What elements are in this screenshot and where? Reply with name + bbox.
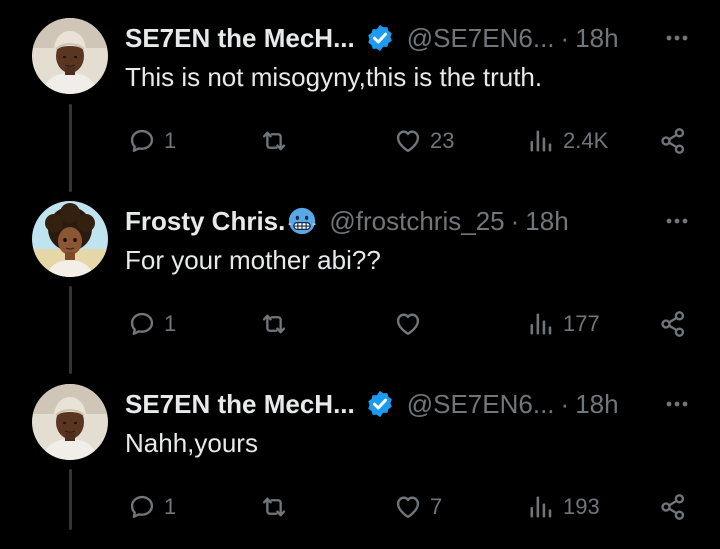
cold-face-emoji-icon bbox=[287, 206, 317, 236]
tweet-header: SE7EN the MecH... @SE7EN6... · 18h bbox=[125, 20, 700, 56]
avatar[interactable] bbox=[32, 201, 108, 277]
timestamp[interactable]: 18h bbox=[575, 389, 618, 420]
share-icon bbox=[659, 310, 687, 338]
reply-count: 1 bbox=[164, 494, 177, 519]
retweet-icon bbox=[260, 493, 288, 521]
reply-count: 1 bbox=[164, 311, 177, 336]
share-icon bbox=[659, 127, 687, 155]
timestamp[interactable]: 18h bbox=[575, 23, 618, 54]
bar-chart-icon bbox=[527, 310, 555, 338]
author-name[interactable]: SE7EN the MecH... bbox=[125, 23, 355, 54]
tweet-text: Nahh,yours bbox=[125, 428, 258, 458]
bar-chart-icon bbox=[527, 127, 555, 155]
heart-icon bbox=[394, 127, 422, 155]
verified-badge-icon bbox=[365, 23, 395, 53]
avatar[interactable] bbox=[32, 384, 108, 460]
like-button[interactable]: 7 bbox=[394, 484, 442, 530]
more-icon bbox=[665, 34, 689, 42]
heart-icon bbox=[394, 310, 422, 338]
more-icon bbox=[665, 400, 689, 408]
reply-icon bbox=[128, 310, 156, 338]
tweet-text: This is not misogyny,this is the truth. bbox=[125, 62, 543, 92]
tweet[interactable]: Frosty Chris. @frostchris_25 · 18h For y… bbox=[0, 183, 720, 366]
share-button[interactable] bbox=[659, 484, 687, 530]
author-name[interactable]: Frosty Chris. bbox=[125, 206, 285, 237]
more-icon bbox=[665, 217, 689, 225]
author-name[interactable]: SE7EN the MecH... bbox=[125, 389, 355, 420]
bar-chart-icon bbox=[527, 493, 555, 521]
views-button[interactable]: 193 bbox=[527, 484, 600, 530]
like-button[interactable] bbox=[394, 301, 430, 347]
reply-button[interactable]: 1 bbox=[128, 118, 176, 164]
tweet-header: Frosty Chris. @frostchris_25 · 18h bbox=[125, 203, 700, 239]
more-options-button[interactable] bbox=[660, 386, 694, 422]
share-button[interactable] bbox=[659, 118, 687, 164]
tweet[interactable]: SE7EN the MecH... @SE7EN6... · 18h Nahh,… bbox=[0, 366, 720, 549]
retweet-icon bbox=[260, 127, 288, 155]
like-count: 7 bbox=[430, 494, 443, 519]
more-options-button[interactable] bbox=[660, 20, 694, 56]
reply-count: 1 bbox=[164, 128, 177, 153]
retweet-button[interactable] bbox=[260, 301, 296, 347]
retweet-icon bbox=[260, 310, 288, 338]
tweet[interactable]: SE7EN the MecH... @SE7EN6... · 18h This … bbox=[0, 0, 720, 183]
view-count: 193 bbox=[563, 494, 600, 519]
verified-badge-icon bbox=[365, 389, 395, 419]
reply-icon bbox=[128, 493, 156, 521]
separator-dot: · bbox=[560, 22, 570, 53]
share-icon bbox=[659, 493, 687, 521]
retweet-button[interactable] bbox=[260, 118, 296, 164]
share-button[interactable] bbox=[659, 301, 687, 347]
like-button[interactable]: 23 bbox=[394, 118, 454, 164]
view-count: 2.4K bbox=[563, 128, 609, 153]
view-count: 177 bbox=[563, 311, 600, 336]
tweet-text: For your mother abi?? bbox=[125, 245, 381, 275]
tweet-header: SE7EN the MecH... @SE7EN6... · 18h bbox=[125, 386, 700, 422]
views-button[interactable]: 2.4K bbox=[527, 118, 608, 164]
reply-button[interactable]: 1 bbox=[128, 484, 176, 530]
timestamp[interactable]: 18h bbox=[525, 206, 568, 237]
reply-button[interactable]: 1 bbox=[128, 301, 176, 347]
author-handle[interactable]: @frostchris_25 bbox=[329, 206, 504, 237]
retweet-button[interactable] bbox=[260, 484, 296, 530]
author-handle[interactable]: @SE7EN6... bbox=[407, 389, 555, 420]
avatar[interactable] bbox=[32, 18, 108, 94]
reply-icon bbox=[128, 127, 156, 155]
author-handle[interactable]: @SE7EN6... bbox=[407, 23, 555, 54]
views-button[interactable]: 177 bbox=[527, 301, 600, 347]
heart-icon bbox=[394, 493, 422, 521]
separator-dot: · bbox=[510, 205, 520, 236]
separator-dot: · bbox=[560, 388, 570, 419]
like-count: 23 bbox=[430, 128, 455, 153]
more-options-button[interactable] bbox=[660, 203, 694, 239]
